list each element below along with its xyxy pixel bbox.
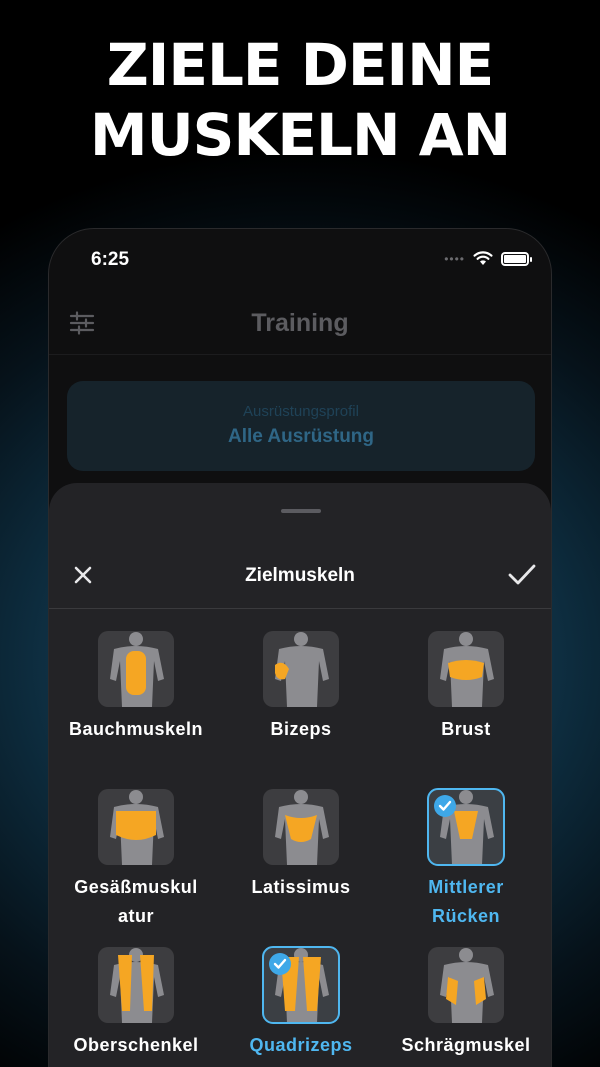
battery-icon (501, 251, 532, 266)
muscle-label: Oberschenkel (52, 1031, 220, 1060)
muscle-thumbnail (98, 947, 174, 1023)
body-figure-icon (110, 632, 164, 707)
muscle-thumbnail (427, 788, 505, 866)
muscle-label-line-1: Oberschenkel (73, 1035, 199, 1055)
headline: ZIELE DEINE MUSKELN AN (0, 30, 600, 170)
wifi-icon (473, 251, 493, 265)
muscle-thumbnail (263, 789, 339, 865)
muscle-label: Schrägmuskel (382, 1031, 550, 1060)
muscle-option[interactable]: Mittlerer Rücken (382, 788, 550, 931)
checkmark-icon[interactable] (507, 561, 537, 589)
equipment-profile-card[interactable]: Ausrüstungsprofil Alle Ausrüstung (67, 381, 535, 471)
status-bar: 6:25 •••• (49, 229, 551, 285)
status-time: 6:25 (91, 249, 130, 270)
sheet-grabber[interactable] (281, 509, 321, 513)
body-figure-icon (440, 632, 494, 707)
body-figure-icon (110, 790, 164, 865)
muscle-label: Latissimus (217, 873, 385, 902)
phone-frame: 6:25 •••• Training Ausrüstungsprofil All… (48, 228, 552, 1067)
muscle-label-line-1: Gesäßmuskul (74, 877, 198, 897)
muscle-thumbnail (263, 631, 339, 707)
muscle-option[interactable]: Latissimus (217, 789, 385, 902)
selected-check-icon (269, 953, 291, 975)
muscle-label-line-1: Schrägmuskel (401, 1035, 531, 1055)
muscle-label-line-1: Mittlerer (428, 877, 504, 897)
muscle-label-line-1: Bizeps (270, 719, 332, 739)
muscle-thumbnail (98, 631, 174, 707)
muscle-label: Mittlerer Rücken (382, 873, 550, 931)
muscle-label-line-1: Bauchmuskeln (68, 719, 204, 739)
muscle-label-line-1: Brust (441, 719, 491, 739)
muscle-option[interactable]: Bizeps (217, 631, 385, 744)
sheet-header: Zielmuskeln (49, 543, 551, 609)
muscle-option[interactable]: Quadrizeps (217, 946, 385, 1060)
muscle-label-line-2: Rücken (431, 906, 501, 926)
selected-check-icon (434, 795, 456, 817)
muscle-thumbnail (428, 631, 504, 707)
muscle-thumbnail (428, 947, 504, 1023)
muscle-label-line-2: atur (117, 906, 154, 926)
nav-bar: Training (49, 295, 551, 355)
muscle-option[interactable]: Gesäßmuskul atur (52, 789, 220, 931)
equipment-profile-label: Ausrüstungsprofil (243, 403, 359, 420)
muscle-label-line-1: Latissimus (251, 877, 351, 897)
muscle-option[interactable]: Brust (382, 631, 550, 744)
muscle-thumbnail (98, 789, 174, 865)
muscle-label: Brust (382, 715, 550, 744)
muscle-label: Bizeps (217, 715, 385, 744)
status-icons: •••• (444, 251, 532, 266)
muscle-label: Gesäßmuskul atur (52, 873, 220, 931)
muscle-option[interactable]: Oberschenkel (52, 947, 220, 1060)
signal-dots-icon: •••• (444, 251, 465, 266)
muscle-label: Quadrizeps (217, 1031, 385, 1060)
muscle-label-line-1: Quadrizeps (249, 1035, 353, 1055)
target-muscles-sheet: Zielmuskeln Bauchmuskeln Bizeps Brust Gesäß… (49, 483, 551, 1067)
equipment-profile-value: Alle Ausrüstung (227, 426, 375, 447)
muscle-option[interactable]: Bauchmuskeln (52, 631, 220, 744)
muscle-option[interactable]: Schrägmuskel (382, 947, 550, 1060)
headline-line-1: ZIELE DEINE (106, 31, 495, 99)
body-figure-icon (275, 790, 329, 865)
body-figure-icon (440, 948, 494, 1023)
muscle-label: Bauchmuskeln (52, 715, 220, 744)
muscle-thumbnail (262, 946, 340, 1024)
headline-line-2: MUSKELN AN (89, 101, 511, 169)
page-title: Training (251, 309, 349, 337)
sheet-title: Zielmuskeln (245, 565, 355, 586)
body-figure-icon (275, 632, 329, 707)
body-figure-icon (110, 948, 164, 1023)
